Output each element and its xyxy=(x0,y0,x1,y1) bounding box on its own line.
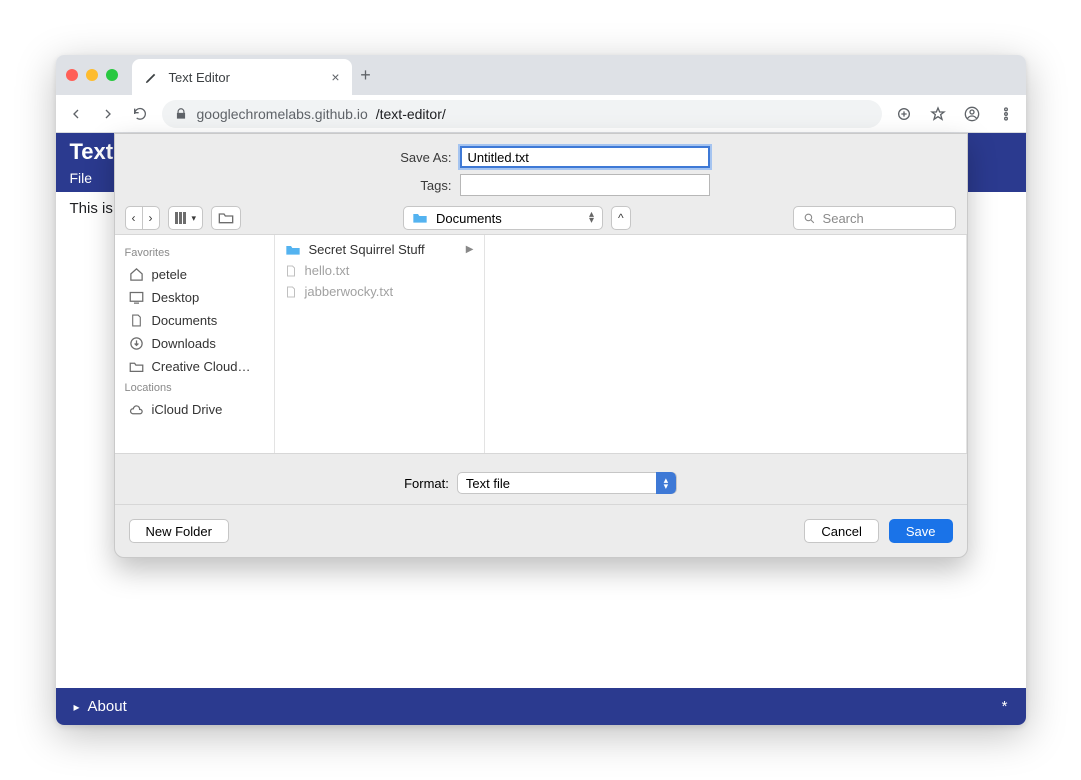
pencil-icon xyxy=(144,70,159,85)
install-icon[interactable] xyxy=(894,104,914,124)
window-controls xyxy=(66,69,132,81)
tags-input[interactable] xyxy=(460,174,710,196)
search-field[interactable]: Search xyxy=(793,206,957,230)
forward-button[interactable] xyxy=(98,104,118,124)
window-maximize-button[interactable] xyxy=(106,69,118,81)
dialog-buttons: New Folder Cancel Save xyxy=(115,504,967,543)
sidebar-item-creative-cloud[interactable]: Creative Cloud… xyxy=(121,355,268,378)
folder-icon xyxy=(129,359,144,374)
nav-back-button[interactable]: ‹ xyxy=(125,206,142,230)
profile-icon[interactable] xyxy=(962,104,982,124)
nav-forward-button[interactable]: › xyxy=(142,206,160,230)
file-column-1: Secret Squirrel Stuff ▶ hello.txt jabber… xyxy=(275,235,485,453)
chevron-right-icon: ▶ xyxy=(466,244,474,255)
tags-row: Tags: xyxy=(115,174,967,196)
chevron-updown-icon: ▴▾ xyxy=(656,472,676,494)
location-popup[interactable]: Documents ▴▾ xyxy=(403,206,603,230)
app-footer: About * xyxy=(56,688,1026,725)
sidebar-item-desktop[interactable]: Desktop xyxy=(121,286,268,309)
document-icon xyxy=(129,313,144,328)
url-host: googlechromelabs.github.io xyxy=(197,106,368,122)
chrome-window: Text Editor × + googlechromelabs.github.… xyxy=(56,55,1026,725)
format-row: Format: Text file ▴▾ xyxy=(115,454,967,504)
sidebar-section-favorites: Favorites xyxy=(121,243,268,263)
sidebar-section-locations: Locations xyxy=(121,378,268,398)
save-button[interactable]: Save xyxy=(889,519,953,543)
file-browser: Favorites petele Desktop Documents Downl… xyxy=(115,234,967,454)
search-icon xyxy=(802,211,817,226)
window-close-button[interactable] xyxy=(66,69,78,81)
sidebar-item-documents[interactable]: Documents xyxy=(121,309,268,332)
format-select[interactable]: Text file ▴▾ xyxy=(457,472,677,494)
nav-seg: ‹ › xyxy=(125,206,160,230)
window-minimize-button[interactable] xyxy=(86,69,98,81)
save-as-label: Save As: xyxy=(372,150,452,165)
sidebar-item-home[interactable]: petele xyxy=(121,263,268,286)
save-dialog: Save As: Tags: ‹ › ▾ xyxy=(114,133,968,558)
dialog-toolbar: ‹ › ▾ Documents ▴▾ ^ xyxy=(115,202,967,234)
format-label: Format: xyxy=(404,476,449,491)
bookmark-icon[interactable] xyxy=(928,104,948,124)
lock-icon xyxy=(174,106,189,121)
url-path: /text-editor/ xyxy=(376,106,446,122)
toolbar-right xyxy=(894,104,1016,124)
cancel-button[interactable]: Cancel xyxy=(804,519,878,543)
menu-icon[interactable] xyxy=(996,104,1016,124)
reload-button[interactable] xyxy=(130,104,150,124)
desktop-icon xyxy=(129,290,144,305)
address-bar[interactable]: googlechromelabs.github.io/text-editor/ xyxy=(162,100,882,128)
file-column-2 xyxy=(485,235,967,453)
titlebar: Text Editor × + xyxy=(56,55,1026,95)
download-icon xyxy=(129,336,144,351)
home-icon xyxy=(129,267,144,282)
collapse-button[interactable]: ^ xyxy=(611,206,631,230)
file-row: hello.txt xyxy=(275,260,484,281)
save-as-row: Save As: xyxy=(115,146,967,168)
tab-title: Text Editor xyxy=(169,70,322,85)
file-row: jabberwocky.txt xyxy=(275,281,484,302)
sidebar: Favorites petele Desktop Documents Downl… xyxy=(115,235,275,453)
about-toggle[interactable]: About xyxy=(74,698,127,715)
sidebar-item-icloud[interactable]: iCloud Drive xyxy=(121,398,268,421)
location-label: Documents xyxy=(436,211,502,226)
page: Text File This is a n About * Save As: T… xyxy=(56,133,1026,725)
menu-file[interactable]: File xyxy=(70,170,93,186)
new-tab-button[interactable]: + xyxy=(352,65,380,86)
chevron-updown-icon: ▴▾ xyxy=(589,212,594,224)
close-icon[interactable]: × xyxy=(331,69,339,85)
browser-tab[interactable]: Text Editor × xyxy=(132,59,352,95)
sidebar-item-downloads[interactable]: Downloads xyxy=(121,332,268,355)
back-button[interactable] xyxy=(66,104,86,124)
cloud-icon xyxy=(129,402,144,417)
search-placeholder: Search xyxy=(823,211,864,226)
group-button[interactable] xyxy=(211,206,241,230)
save-as-input[interactable] xyxy=(460,146,710,168)
folder-row[interactable]: Secret Squirrel Stuff ▶ xyxy=(275,239,484,260)
browser-toolbar: googlechromelabs.github.io/text-editor/ xyxy=(56,95,1026,133)
modified-indicator: * xyxy=(1002,698,1008,715)
new-folder-button[interactable]: New Folder xyxy=(129,519,229,543)
view-mode-button[interactable]: ▾ xyxy=(168,206,204,230)
tags-label: Tags: xyxy=(372,178,452,193)
